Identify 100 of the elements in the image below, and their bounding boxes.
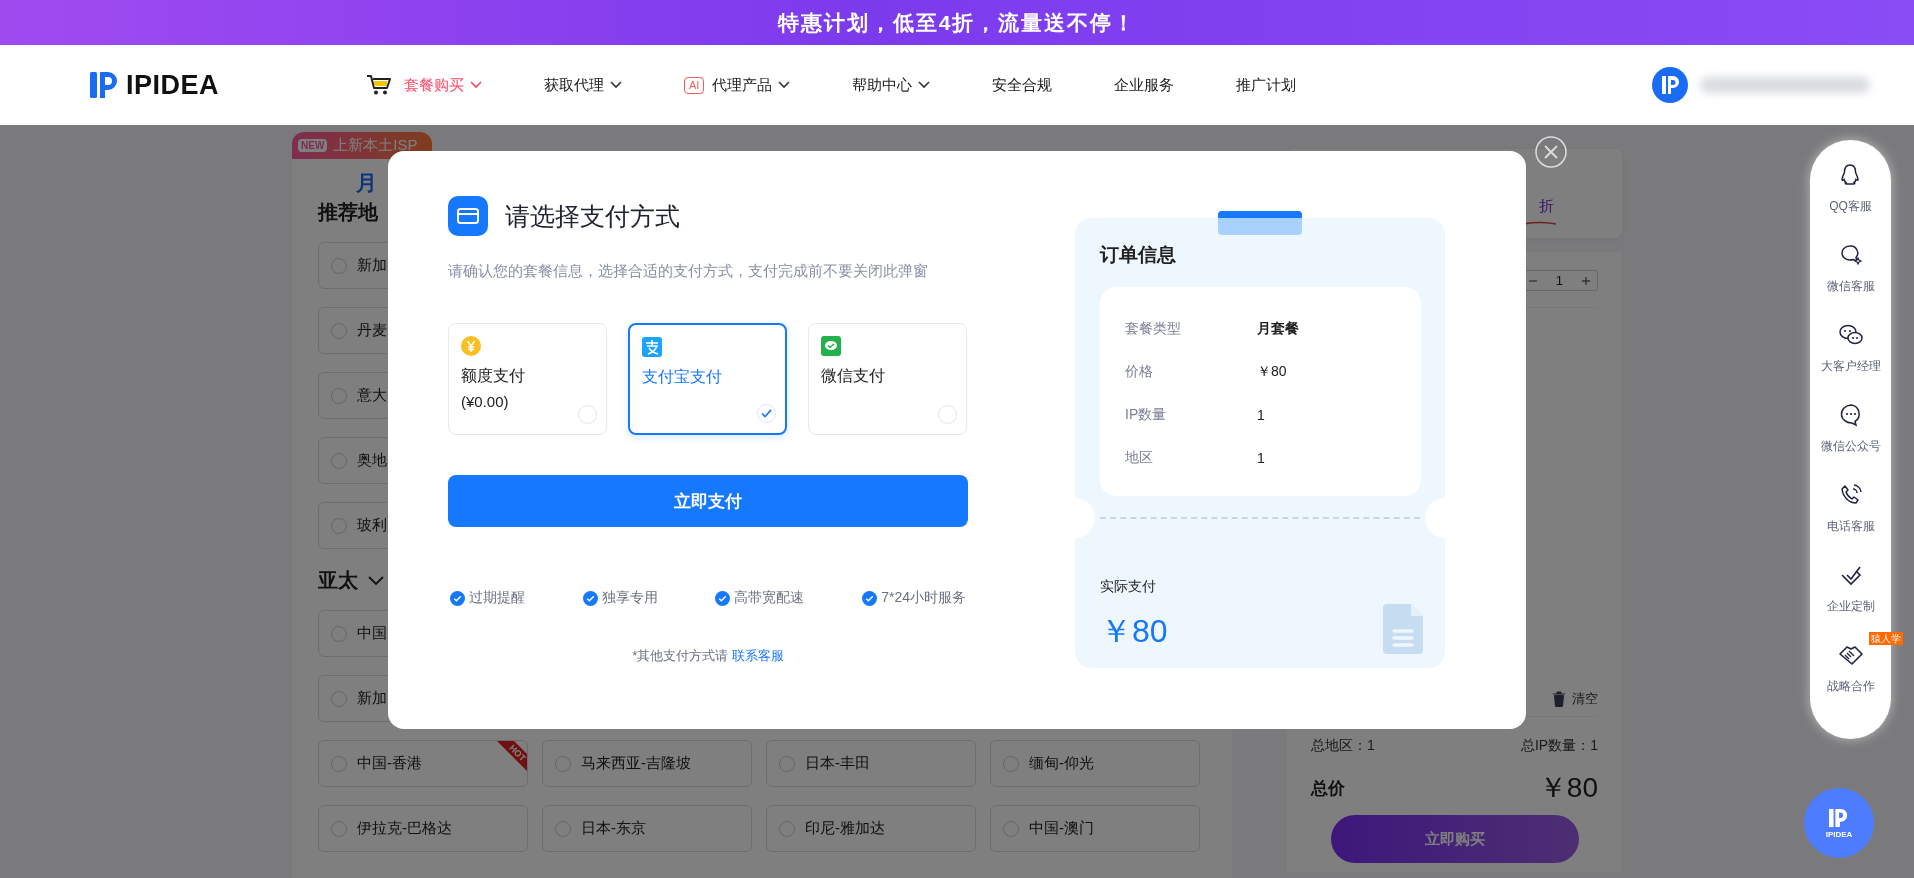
cart-icon (366, 74, 392, 96)
check-icon (761, 409, 772, 418)
region-name: 中国-香港 (357, 754, 422, 773)
side-toolbar-item[interactable]: 大客户经理 (1820, 322, 1881, 402)
chevron-down-icon[interactable] (368, 575, 384, 586)
clear-link[interactable]: 清空 (1552, 690, 1598, 708)
check-circle-icon (862, 590, 878, 606)
dialog-title: 请选择支付方式 (505, 200, 680, 232)
trash-icon (1552, 691, 1566, 707)
section-title: 亚太 (318, 568, 358, 593)
handshake-icon (1837, 643, 1864, 667)
payment-option[interactable]: 额度支付 (¥0.00) (448, 323, 607, 435)
payment-option-label: 微信支付 (821, 366, 885, 386)
region-name: 日本-东京 (581, 819, 646, 838)
new-badge: NEW (298, 139, 328, 152)
region-option[interactable]: 缅甸-仰光 (990, 740, 1200, 787)
contact-link[interactable]: 联系客服 (731, 648, 784, 663)
payment-option[interactable]: 支付宝支付 (628, 323, 787, 435)
paid-label: 实际支付 (1100, 578, 1157, 596)
side-toolbar-item[interactable]: QQ客服 (1829, 162, 1872, 242)
region-name: 缅甸-仰光 (1029, 754, 1094, 773)
region-name: 玻利 (357, 516, 387, 535)
dialog-subtitle: 请确认您的套餐信息，选择合适的支付方式，支付完成前不要关闭此弹窗 (448, 262, 929, 281)
region-name: 中国-澳门 (1029, 819, 1094, 838)
side-toolbar-label: 企业定制 (1826, 598, 1875, 615)
check-circle-icon (715, 590, 731, 606)
nav-link[interactable]: AI 代理产品 (684, 75, 791, 95)
feature-label: 独享专用 (601, 589, 658, 607)
region-name: 伊拉克-巴格达 (357, 819, 452, 838)
order-title: 订单信息 (1100, 243, 1177, 267)
nav-link[interactable]: 企业服务 (1114, 75, 1175, 95)
region-option[interactable]: 中国-澳门 (990, 805, 1200, 852)
radio-button[interactable] (938, 405, 957, 424)
region-name: 日本-丰田 (805, 754, 870, 773)
wechat-icon (1837, 323, 1864, 347)
floating-logo-button[interactable]: IPIDEA (1804, 788, 1874, 858)
payment-option[interactable]: 微信支付 (808, 323, 967, 435)
side-toolbar-label: 电话客服 (1826, 518, 1875, 535)
side-toolbar-item[interactable]: 微信公众号 (1820, 402, 1881, 482)
total-regions: 总地区：1 (1311, 737, 1375, 755)
footer-note: *其他支付方式请 (632, 648, 729, 663)
nav-link[interactable]: 获取代理 (544, 75, 622, 95)
paid-amount: ￥80 (1100, 612, 1168, 651)
payment-option-label: 支付宝支付 (642, 367, 722, 387)
nav-link[interactable]: 帮助中心 (852, 75, 931, 95)
side-toolbar-item[interactable]: 电话客服 (1826, 482, 1875, 562)
side-toolbar-label: QQ客服 (1829, 198, 1872, 215)
region-option[interactable]: 日本-东京 (542, 805, 752, 852)
order-field-value: ￥80 (1257, 362, 1287, 381)
tag-badge: 猿人学 (1868, 632, 1903, 645)
check-circle-icon (582, 590, 598, 606)
region-option[interactable]: 日本-丰田 (766, 740, 976, 787)
radio-button[interactable] (757, 404, 776, 423)
order-field-label: 套餐类型 (1125, 319, 1182, 338)
discount-text: 折 (1539, 197, 1554, 216)
clear-label: 清空 (1572, 690, 1598, 708)
quantity-value: 1 (1555, 273, 1563, 288)
order-field-value: 1 (1257, 406, 1265, 423)
side-toolbar-label: 微信客服 (1826, 278, 1875, 295)
side-toolbar-item[interactable]: 战略合作 (1826, 642, 1875, 722)
order-field-label: IP数量 (1125, 405, 1168, 424)
region-name: 印尼-雅加达 (805, 819, 885, 838)
nav-link[interactable]: 推广计划 (1236, 75, 1297, 95)
plus-icon[interactable] (1581, 275, 1591, 286)
region-name: 马来西亚-吉隆坡 (581, 754, 691, 773)
logo-text: IPIDEA (1825, 829, 1853, 839)
wechat-pay-icon (821, 336, 841, 356)
logo-icon[interactable] (90, 70, 118, 100)
region-name: 丹麦 (357, 321, 387, 340)
close-icon[interactable] (1535, 136, 1567, 168)
promo-text: 特惠计划，低至4折，流量送不停！ (777, 9, 1137, 36)
region-name: 意大 (357, 386, 387, 405)
chat-bubble-icon (1838, 243, 1863, 267)
phone-icon (1838, 483, 1863, 507)
document-icon (1383, 604, 1423, 654)
region-option[interactable]: 印尼-雅加达 (766, 805, 976, 852)
avatar-icon[interactable] (1652, 67, 1688, 103)
order-field-value: 1 (1257, 449, 1265, 466)
region-name: 新加 (357, 256, 387, 275)
radio-button[interactable] (578, 405, 597, 424)
feature-label: 过期提醒 (469, 589, 525, 607)
side-toolbar-label: 战略合作 (1826, 678, 1875, 695)
promo-banner[interactable]: 特惠计划，低至4折，流量送不停！ (0, 0, 1914, 45)
payment-option-label: 额度支付 (461, 366, 525, 386)
promo-tag-text: 上新本土ISP (333, 136, 418, 155)
side-toolbar-item[interactable]: 微信客服 (1826, 242, 1875, 322)
clip-tab-icon (1218, 211, 1302, 235)
order-field-label: 地区 (1125, 448, 1154, 467)
total-label: 总价 (1311, 777, 1345, 800)
region-option[interactable]: 伊拉克-巴格达 (318, 805, 528, 852)
logo-text[interactable]: IPIDEA (126, 69, 220, 101)
nav-link[interactable]: 套餐购买 (366, 74, 482, 96)
pay-now-button[interactable]: 立即支付 (448, 475, 968, 527)
nav-link[interactable]: 安全合规 (992, 75, 1053, 95)
total-price: ￥80 (1538, 771, 1598, 805)
alipay-icon (642, 337, 662, 357)
region-option[interactable]: 马来西亚-吉隆坡 (542, 740, 752, 787)
buy-button[interactable]: 立即购买 (1330, 815, 1579, 863)
side-toolbar-label: 大客户经理 (1820, 358, 1881, 375)
order-field-value: 月套餐 (1257, 319, 1299, 338)
